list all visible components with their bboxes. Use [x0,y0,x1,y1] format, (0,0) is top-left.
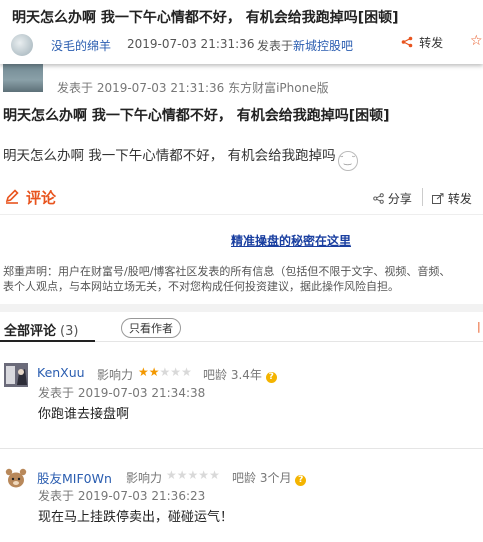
star-empty-icon: ★ [198,468,210,482]
influence-rating: ★★★★★ [166,468,220,482]
promo-link[interactable]: 精准操盘的秘密在这里 [231,232,351,249]
tab-all-comments[interactable]: 全部评论 (3) [4,320,78,339]
influence-label: 影响力 [97,368,134,382]
forum-age-text: 吧龄 3.4年 [203,368,262,382]
star-empty-icon: ★ [181,365,192,379]
sort-icon[interactable]: | [477,320,481,333]
star-empty-icon: ★ [166,468,177,482]
share-icon [401,36,417,51]
author-avatar[interactable] [3,62,43,92]
comment-time: 发表于 2019-07-03 21:36:23 [38,489,206,503]
influence-label: 影响力 [126,471,163,485]
post-title: 明天怎么办啊 我一下午心情都不好， 有机会给我跑掉吗[困顿] [3,108,390,124]
disclaimer: 郑重声明：用户在财富号/股吧/博客社区发表的所有信息（包括但不限于文字、视频、音… [3,264,483,294]
commenter-name[interactable]: KenXuu [37,365,85,380]
repost-label: 转发 [447,192,472,206]
repost-icon [432,192,448,206]
sleepy-emoji-icon: ˘‿˘ [337,151,358,171]
forum-link[interactable]: 新城控股吧 [293,39,353,53]
header-title: 明天怎么办啊 我一下午心情都不好， 有机会给我跑掉吗[困顿] [12,10,399,26]
post-time: 2019-07-03 21:31:36 [127,37,255,51]
star-filled-icon: ★ [138,365,149,379]
source-prefix: 发表于 [257,39,294,53]
comment-button[interactable]: 评论 [26,187,56,208]
influence-rating: ★★★★★ [138,365,192,379]
star-empty-icon: ★ [159,365,171,379]
sticky-header: 明天怎么办啊 我一下午心情都不好， 有机会给我跑掉吗[困顿] 没毛的绵羊 201… [0,0,483,64]
repost-label: 转发 [419,36,444,50]
comment-text: 现在马上挂跌停卖出，碰碰运气！ [38,510,234,525]
divider [422,188,423,206]
only-author-button[interactable]: 只看作者 [121,318,181,338]
author-name[interactable]: 没毛的绵羊 [51,37,111,54]
comment-count: (3) [60,324,79,339]
comment-text: 你跑谁去接盘啊 [38,407,130,422]
section-gap [0,304,483,312]
forum-age-text: 吧龄 3个月 [232,471,292,485]
star-empty-icon: ★ [176,468,188,482]
star-empty-icon: ★ [170,365,182,379]
avatar[interactable] [11,34,33,56]
repost-button[interactable]: 转发 [401,34,443,51]
post-meta: 发表于 2019-07-03 21:31:36 东方财富iPhone版 [57,81,329,95]
forum-age: 吧龄 3个月 ? [232,469,307,486]
help-icon[interactable]: ? [295,475,307,486]
all-comments-label: 全部评论 [4,324,57,339]
post-source: 发表于新城控股吧 [257,37,353,54]
avatar[interactable] [4,466,28,490]
post-body: 明天怎么办啊 我一下午心情都不好， 有机会给我跑掉吗 ˘‿˘ [3,144,358,171]
star-icon[interactable]: ☆ [470,33,483,49]
avatar[interactable] [4,363,28,387]
commenter-name[interactable]: 股友MIF0Wn [37,468,112,487]
divider [0,448,483,449]
forum-age: 吧龄 3.4年 ? [203,366,277,383]
help-icon[interactable]: ? [265,372,277,383]
star-empty-icon: ★ [187,468,199,482]
comment-time: 发表于 2019-07-03 21:34:38 [38,386,206,400]
share-button[interactable]: 分享 [373,190,412,207]
share-label: 分享 [387,192,412,206]
disclaimer-line: 表个人观点，与本网站立场无关，不对您构成任何投资建议，据此操作风险自担。 [3,280,399,293]
divider [0,214,483,215]
disclaimer-line: 郑重声明：用户在财富号/股吧/博客社区发表的所有信息（包括但不限于文字、视频、音… [3,265,451,278]
pencil-icon [4,188,20,208]
star-empty-icon: ★ [209,468,220,482]
repost-button-secondary[interactable]: 转发 [432,190,472,207]
post-body-text: 明天怎么办啊 我一下午心情都不好， 有机会给我跑掉吗 [3,148,336,164]
active-tab-indicator [0,340,95,342]
share-icon [373,192,388,206]
star-filled-icon: ★ [148,365,160,379]
